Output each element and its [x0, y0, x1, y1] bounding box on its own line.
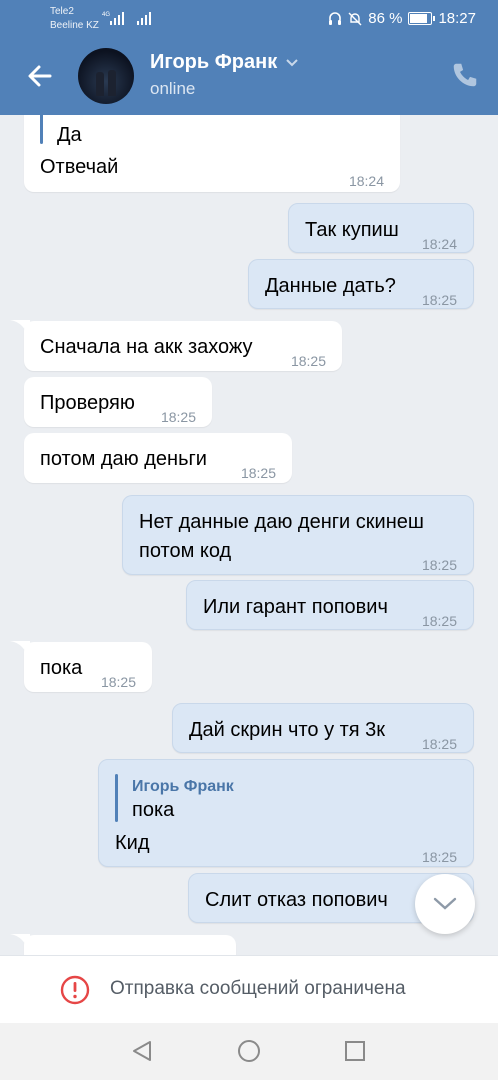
- clock: 18:27: [438, 10, 476, 27]
- scroll-down-button[interactable]: [415, 874, 475, 934]
- warning-icon: [60, 975, 90, 1005]
- message-outgoing[interactable]: Данные дать? 18:25: [248, 259, 474, 309]
- message-time: 18:25: [421, 849, 457, 865]
- message-time: 18:25: [160, 409, 196, 425]
- message-text-line2: потом код: [139, 540, 232, 562]
- message-time: 18:25: [100, 674, 136, 690]
- reply-bar: [40, 112, 43, 144]
- status-bar: Tele2 Beeline KZ 4G 86 % 18:27: [0, 0, 498, 36]
- message-text: Так купиш: [305, 219, 399, 241]
- top-bar: Tele2 Beeline KZ 4G 86 % 18:27 Игорь Фра…: [0, 0, 498, 115]
- message-text: Кид: [115, 832, 150, 854]
- status-right: 86 % 18:27: [328, 10, 476, 27]
- message-time: 18:25: [421, 292, 457, 308]
- headset-icon: [329, 11, 342, 25]
- avatar[interactable]: [78, 48, 134, 104]
- restriction-bar: Отправка сообщений ограничена: [0, 955, 498, 1024]
- chevron-down-icon: [286, 58, 298, 66]
- contact-status: online: [150, 79, 196, 98]
- signal-2-icon: [137, 12, 151, 25]
- svg-text:4G: 4G: [102, 12, 110, 18]
- carrier-2: Beeline KZ: [50, 20, 99, 31]
- reply-text: Да: [57, 124, 82, 146]
- carrier-1: Tele2: [50, 6, 74, 17]
- message-outgoing[interactable]: Так купиш 18:24: [288, 203, 474, 253]
- nav-back-icon[interactable]: [130, 1039, 154, 1063]
- system-nav-bar: [0, 1023, 498, 1080]
- reply-text: пока: [132, 799, 175, 821]
- reply-bar: [115, 774, 118, 822]
- restriction-text: Отправка сообщений ограничена: [110, 978, 406, 999]
- message-text: Проверяю: [40, 392, 135, 414]
- message-incoming[interactable]: Сначала на акк захожу 18:25: [24, 321, 342, 371]
- message-incoming[interactable]: потом даю деньги 18:25: [24, 433, 292, 483]
- phone-icon[interactable]: [450, 60, 480, 90]
- message-text: Слит отказ попович: [205, 889, 388, 911]
- mute-bell-icon: [348, 12, 362, 25]
- message-text: Или гарант попович: [203, 596, 388, 618]
- message-text-line1: Нет данные даю денги скинеш: [139, 511, 424, 533]
- message-time: 18:24: [348, 173, 384, 189]
- contact-name: Игорь Франк: [150, 51, 278, 73]
- message-time: 18:24: [421, 236, 457, 252]
- message-text: потом даю деньги: [40, 448, 207, 470]
- message-incoming[interactable]: Проверяю 18:25: [24, 377, 212, 427]
- nav-recent-icon[interactable]: [343, 1039, 367, 1063]
- message-text: Данные дать?: [265, 275, 396, 297]
- back-arrow-icon[interactable]: [24, 60, 56, 92]
- message-text: пока: [40, 657, 83, 679]
- message-incoming[interactable]: пока 18:25: [24, 642, 152, 692]
- message-time: 18:25: [421, 613, 457, 629]
- nav-home-icon[interactable]: [237, 1039, 261, 1063]
- message-outgoing-reply[interactable]: Игорь Франк пока Кид 18:25: [98, 759, 474, 867]
- message-time: 18:25: [240, 465, 276, 481]
- message-text: Отвечай: [40, 156, 119, 178]
- message-time: 18:25: [421, 736, 457, 752]
- battery-icon: [408, 12, 436, 25]
- signal-icon: 4G: [102, 12, 124, 25]
- message-outgoing[interactable]: Дай скрин что у тя 3к 18:25: [172, 703, 474, 753]
- message-outgoing[interactable]: Нет данные даю денги скинеш потом код 18…: [122, 495, 474, 575]
- message-text: Дай скрин что у тя 3к: [189, 719, 386, 741]
- message-text: Сначала на акк захожу: [40, 336, 253, 358]
- message-time: 18:25: [290, 353, 326, 369]
- battery-percent: 86 %: [368, 10, 403, 27]
- chat-title[interactable]: Игорь Франк: [150, 51, 299, 74]
- message-outgoing[interactable]: Или гарант попович 18:25: [186, 580, 474, 630]
- chevron-down-icon: [433, 897, 457, 910]
- message-time: 18:25: [421, 557, 457, 573]
